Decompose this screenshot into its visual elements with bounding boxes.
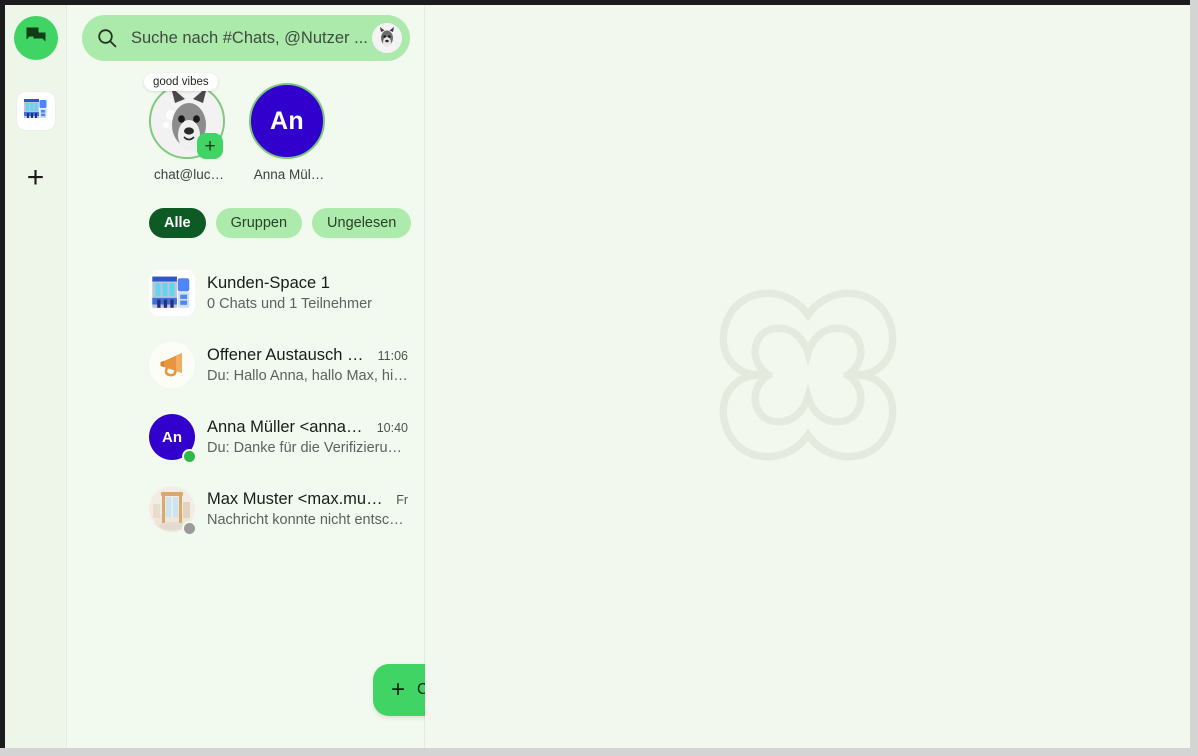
filter-chip-gruppen[interactable]: Gruppen xyxy=(215,208,303,238)
list-item[interactable]: Max Muster <max.muster@luck… Fr Nachrich… xyxy=(67,473,424,545)
window-top-border xyxy=(0,0,1198,5)
plus-icon: + xyxy=(391,676,406,703)
presence-dot-offline xyxy=(182,521,197,536)
storefront-icon xyxy=(22,95,50,128)
window-bottom-border xyxy=(0,748,1198,756)
plus-icon: + xyxy=(26,161,45,194)
conversation-time: 11:06 xyxy=(377,349,408,363)
add-story-button[interactable]: + xyxy=(197,133,223,159)
chat-list-panel: Suche nach #Chats, @Nutzer ... + good vi… xyxy=(67,5,472,748)
conversation-preview: Du: Danke für die Verifizierung, hat all… xyxy=(207,440,408,456)
main-content-area xyxy=(425,5,1190,748)
conversation-avatar xyxy=(149,342,195,388)
story-item[interactable]: + good vibes chat@luc… xyxy=(144,73,229,182)
conversation-body: Max Muster <max.muster@luck… Fr Nachrich… xyxy=(207,490,408,528)
sidebar-add-button[interactable]: + xyxy=(14,156,58,200)
story-label: chat@luc… xyxy=(154,167,224,182)
profile-avatar[interactable] xyxy=(372,23,402,53)
conversation-title: Anna Müller <anna.mueller@… xyxy=(207,418,365,436)
sidebar-item-chats[interactable] xyxy=(13,16,58,60)
story-item[interactable]: An Anna Mül… xyxy=(249,83,329,182)
list-item[interactable]: Kunden-Space 1 0 Chats und 1 Teilnehmer xyxy=(67,257,424,329)
filter-chip-alle[interactable]: Alle xyxy=(149,208,206,238)
conversation-title: Offener Austausch für alle xyxy=(207,346,366,364)
window-left-border xyxy=(0,0,5,752)
conversation-preview: 0 Chats und 1 Teilnehmer xyxy=(207,296,372,312)
conversation-preview: Nachricht konnte nicht entschlüsselt … xyxy=(207,512,408,528)
conversation-body: Offener Austausch für alle 11:06 Du: Hal… xyxy=(207,346,408,384)
search-input[interactable]: Suche nach #Chats, @Nutzer ... xyxy=(82,15,410,61)
window-chrome: + Suche nach #Chats, @Nutzer ... + good … xyxy=(0,0,1198,756)
presence-dot-online xyxy=(182,449,197,464)
story-avatar[interactable]: An xyxy=(249,83,325,159)
chat-bubbles-icon xyxy=(24,24,48,53)
search-icon xyxy=(96,27,118,49)
left-rail: + xyxy=(5,5,67,748)
conversation-title: Kunden-Space 1 xyxy=(207,274,330,292)
list-item[interactable]: Offener Austausch für alle 11:06 Du: Hal… xyxy=(67,329,424,401)
conversation-body: Kunden-Space 1 0 Chats und 1 Teilnehmer xyxy=(207,274,408,312)
conversation-title: Max Muster <max.muster@luck… xyxy=(207,490,384,508)
conversation-preview: Du: Hallo Anna, hallo Max, hier können… xyxy=(207,368,408,384)
conversation-time: 10:40 xyxy=(376,421,408,435)
conversation-time: Fr xyxy=(396,493,408,507)
conversation-avatar xyxy=(149,270,195,316)
sidebar-item-space[interactable] xyxy=(16,92,55,130)
conversation-list: Kunden-Space 1 0 Chats und 1 Teilnehmer xyxy=(67,257,424,545)
avatar-initials: An xyxy=(162,428,182,446)
filter-chip-ungelesen[interactable]: Ungelesen xyxy=(312,208,412,238)
window-right-border xyxy=(1190,0,1198,756)
filter-chips: Alle Gruppen Ungelesen xyxy=(149,208,412,238)
clover-knot-logo-icon xyxy=(708,275,908,475)
story-label: Anna Mül… xyxy=(253,167,325,182)
stories-row: + good vibes chat@luc… An Anna Mül… xyxy=(144,73,329,182)
app-shell: + Suche nach #Chats, @Nutzer ... + good … xyxy=(5,5,1190,748)
search-placeholder: Suche nach #Chats, @Nutzer ... xyxy=(131,28,368,47)
conversation-body: Anna Müller <anna.mueller@… 10:40 Du: Da… xyxy=(207,418,408,456)
list-item[interactable]: An Anna Müller <anna.mueller@… 10:40 Du:… xyxy=(67,401,424,473)
story-status-tooltip: good vibes xyxy=(144,73,218,91)
story-initials: An xyxy=(270,106,304,135)
